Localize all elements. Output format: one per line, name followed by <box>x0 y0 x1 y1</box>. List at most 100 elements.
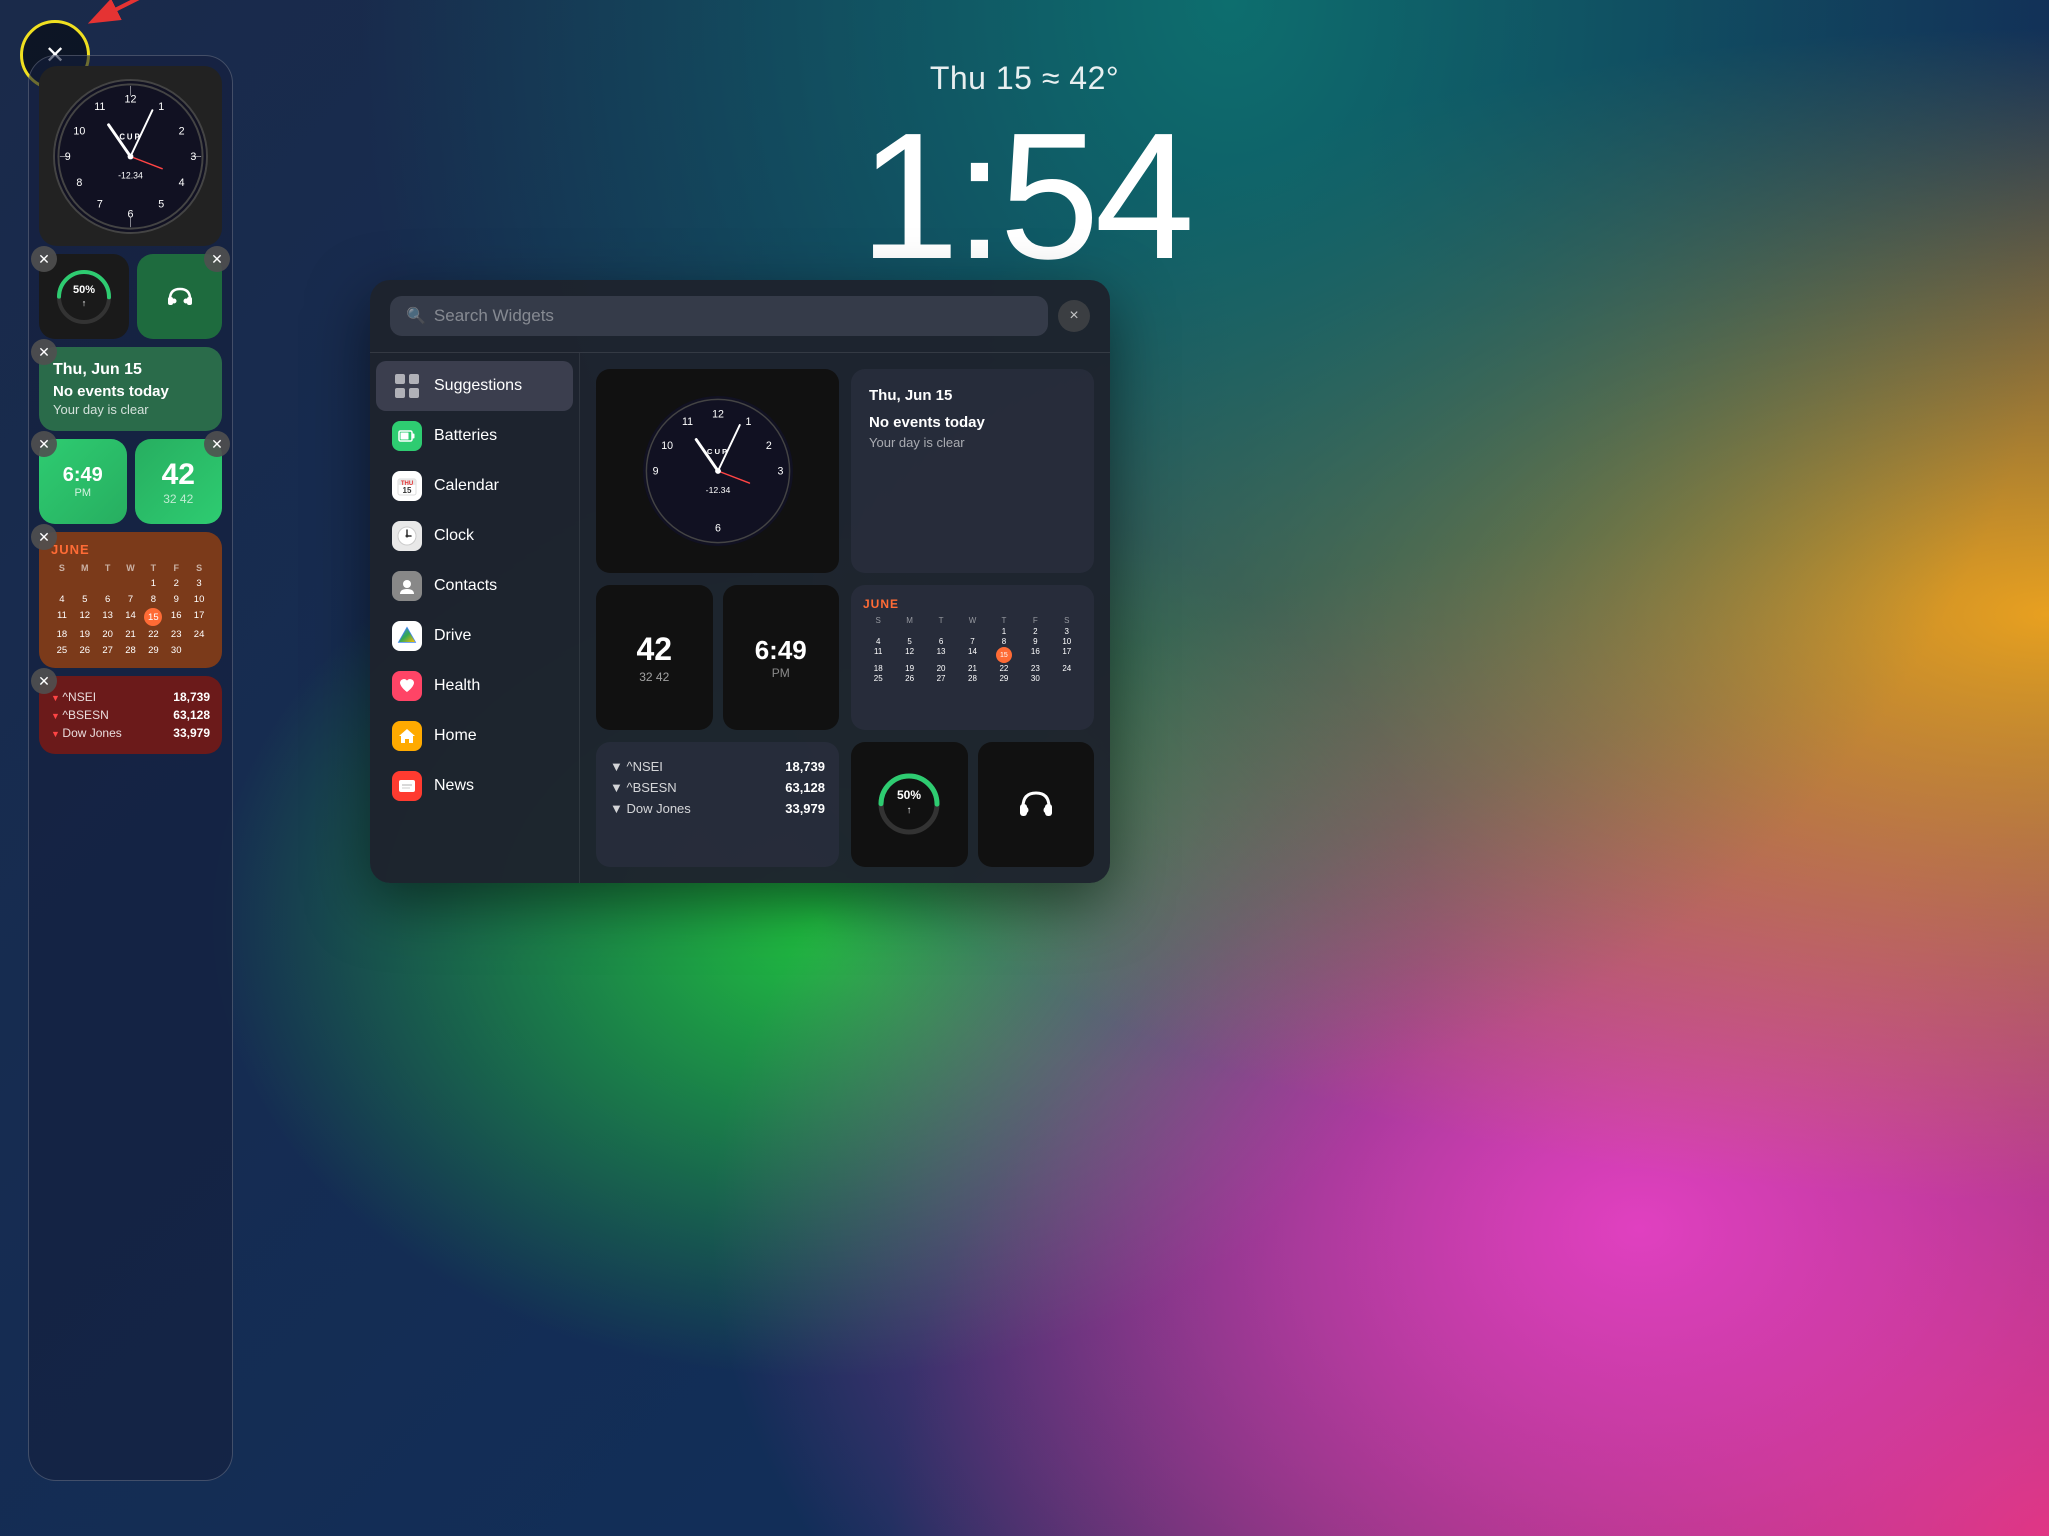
sidebar-item-health[interactable]: Health <box>376 661 573 711</box>
weather-label: PM <box>75 487 92 499</box>
event-title: No events today <box>53 383 208 400</box>
stock-row-bsesn: ^BSESN 63,128 <box>51 706 210 724</box>
svg-text:3: 3 <box>190 150 196 162</box>
home-icon <box>392 721 422 751</box>
battery-ring: 50% ↑ <box>55 268 113 326</box>
svg-text:-12.34: -12.34 <box>705 485 730 495</box>
svg-text:15: 15 <box>403 486 412 495</box>
event-widget: ✕ Thu, Jun 15 No events today Your day i… <box>39 347 222 431</box>
preview-battery-widget[interactable]: 50% ↑ <box>851 742 968 867</box>
preview-battery-ring: 50% ↑ <box>874 769 944 839</box>
svg-text:2: 2 <box>179 125 185 137</box>
remove-headphone-button[interactable]: ✕ <box>204 246 230 272</box>
preview-cal-event: No events today <box>869 414 1076 431</box>
svg-text:9: 9 <box>65 150 71 162</box>
svg-text:1: 1 <box>745 416 751 428</box>
sidebar-label-suggestions: Suggestions <box>434 377 522 395</box>
svg-text:↑: ↑ <box>82 298 87 308</box>
preview-clock-face: 12 6 9 3 1 2 11 10 CUP -12.34 <box>643 396 793 546</box>
event-sub: Your day is clear <box>53 402 208 417</box>
clock-face: 12 6 9 3 1 2 11 10 4 5 8 7 CUP -12.34 <box>53 79 208 234</box>
calendar-month: JUNE <box>51 542 210 557</box>
red-arrow-icon <box>75 0 155 50</box>
contacts-icon <box>392 571 422 601</box>
preview-temp-time-row: 42 32 42 6:49 PM <box>596 585 839 729</box>
sidebar-label-batteries: Batteries <box>434 427 497 445</box>
weather-time: 6:49 <box>63 464 103 487</box>
preview-temp-value: 42 <box>636 631 672 668</box>
preview-calendar-grid-widget[interactable]: JUNE S M T W T F S . . . . 1 2 3 4 <box>851 585 1094 729</box>
calendar-grid: S M T W T F S 1 2 3 4 5 6 7 8 9 10 11 12… <box>51 561 210 658</box>
lockscreen-header: Thu 15 ≈ 42° 1:54 <box>859 60 1189 287</box>
svg-text:11: 11 <box>94 101 105 113</box>
health-icon <box>392 671 422 701</box>
news-icon <box>392 771 422 801</box>
remove-temp-button[interactable]: ✕ <box>204 431 230 457</box>
preview-temp-widget[interactable]: 42 32 42 <box>596 585 713 729</box>
sidebar-item-suggestions[interactable]: Suggestions <box>376 361 573 411</box>
preview-stocks-widget[interactable]: ▼ ^NSEI 18,739 ▼ ^BSESN 63,128 ▼ Dow Jon… <box>596 742 839 867</box>
svg-text:-12.34: -12.34 <box>118 170 143 180</box>
preview-headphone-widget[interactable] <box>978 742 1095 867</box>
sidebar-item-calendar[interactable]: THU 15 Calendar <box>376 461 573 511</box>
sidebar-item-clock[interactable]: Clock <box>376 511 573 561</box>
svg-text:5: 5 <box>158 198 164 210</box>
clock-icon <box>392 521 422 551</box>
svg-text:50%: 50% <box>73 284 95 296</box>
weather-temp-row: ✕ ✕ 6:49 PM 42 32 42 <box>39 439 222 524</box>
svg-text:7: 7 <box>97 198 103 210</box>
svg-text:10: 10 <box>73 125 85 137</box>
sidebar-item-drive[interactable]: Drive <box>376 611 573 661</box>
svg-text:6: 6 <box>128 208 134 220</box>
sidebar-item-batteries[interactable]: Batteries <box>376 411 573 461</box>
sidebar-label-health: Health <box>434 677 480 695</box>
stocks-widget: ✕ ^NSEI 18,739 ^BSESN 63,128 Dow Jones 3… <box>39 676 222 754</box>
preview-calendar-event-widget[interactable]: Thu, Jun 15 No events today Your day is … <box>851 369 1094 573</box>
remove-event-button[interactable]: ✕ <box>31 339 57 365</box>
preview-cal-month: JUNE <box>863 597 1082 611</box>
search-bar[interactable]: 🔍 Search Widgets <box>390 296 1048 336</box>
preview-time-widget[interactable]: 6:49 PM <box>723 585 840 729</box>
drive-icon <box>392 621 422 651</box>
temp-range: 32 42 <box>163 492 193 506</box>
preview-stock-nsei: ▼ ^NSEI 18,739 <box>610 756 825 777</box>
search-icon: 🔍 <box>406 306 426 326</box>
temp-value: 42 <box>162 458 195 492</box>
sidebar-item-news[interactable]: News <box>376 761 573 811</box>
remove-weather-button[interactable]: ✕ <box>31 431 57 457</box>
panel-close-button[interactable]: × <box>1058 300 1090 332</box>
sidebar-label-home: Home <box>434 727 477 745</box>
preview-cal-sub: Your day is clear <box>869 435 1076 450</box>
svg-text:3: 3 <box>777 466 783 478</box>
preview-time-value: 6:49 <box>755 635 807 666</box>
lockscreen-time: 1:54 <box>859 107 1189 287</box>
widget-panel: 🔍 Search Widgets × Suggestions <box>370 280 1110 883</box>
preview-clock-widget[interactable]: 12 6 9 3 1 2 11 10 CUP -12.34 <box>596 369 839 573</box>
preview-headphone-icon <box>1011 779 1061 829</box>
sidebar-item-home[interactable]: Home <box>376 711 573 761</box>
svg-text:1: 1 <box>158 101 164 113</box>
svg-text:8: 8 <box>76 177 82 189</box>
sidebar-label-drive: Drive <box>434 627 471 645</box>
svg-text:4: 4 <box>179 177 185 189</box>
lockscreen-date: Thu 15 ≈ 42° <box>859 60 1189 97</box>
remove-battery-button[interactable]: ✕ <box>31 246 57 272</box>
svg-text:11: 11 <box>682 416 693 428</box>
battery-icon <box>392 421 422 451</box>
preview-cal-date: Thu, Jun 15 <box>869 387 1076 404</box>
panel-search-bar: 🔍 Search Widgets × <box>370 280 1110 353</box>
battery-headphone-row: ✕ ✕ 50% ↑ <box>39 254 222 339</box>
sidebar-item-contacts[interactable]: Contacts <box>376 561 573 611</box>
panel-sidebar: Suggestions Batteries <box>370 353 580 883</box>
remove-calendar-button[interactable]: ✕ <box>31 524 57 550</box>
preview-battery-headphone-row: 50% ↑ <box>851 742 1094 867</box>
sidebar-label-clock: Clock <box>434 527 474 545</box>
svg-text:2: 2 <box>765 440 771 452</box>
svg-text:6: 6 <box>715 523 721 535</box>
panel-content: 12 6 9 3 1 2 11 10 CUP -12.34 <box>580 353 1110 883</box>
search-placeholder: Search Widgets <box>434 306 554 326</box>
remove-stocks-button[interactable]: ✕ <box>31 668 57 694</box>
svg-text:12: 12 <box>125 93 137 105</box>
preview-time-label: PM <box>772 666 790 680</box>
svg-text:10: 10 <box>661 440 673 452</box>
